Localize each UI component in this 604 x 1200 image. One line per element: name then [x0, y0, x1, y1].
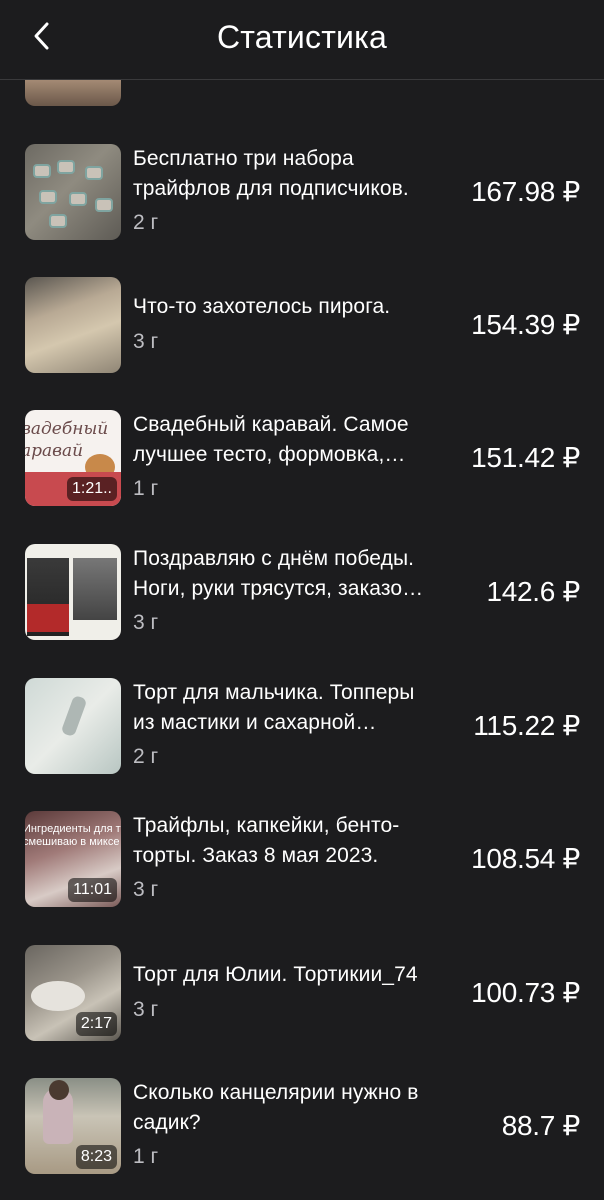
- item-title: Поздравляю с днём победы. Ноги, руки тря…: [133, 547, 424, 600]
- video-thumbnail[interactable]: Ингредиенты для т смешиваю в миксе 11:01: [25, 811, 121, 907]
- list-item[interactable]: Торт для мальчика. Топперы из мастики и …: [0, 666, 604, 786]
- item-title: Трайфлы, капкейки, бенто- торты. Заказ 8…: [133, 814, 400, 867]
- item-title: Торт для мальчика. Топперы из мастики и …: [133, 681, 415, 734]
- list-item[interactable]: Поздравляю с днём победы. Ноги, руки тря…: [0, 532, 604, 652]
- video-thumbnail[interactable]: [25, 144, 121, 240]
- video-duration: 2:17: [75, 1012, 117, 1036]
- list-item[interactable]: вадебный аравай 1:21.. Свадебный каравай…: [0, 398, 604, 518]
- video-thumbnail[interactable]: вадебный аравай 1:21..: [25, 410, 121, 506]
- item-age: 3 г: [133, 878, 159, 901]
- item-amount: 167.98 ₽: [471, 176, 580, 207]
- app-header: Статистика: [0, 0, 604, 80]
- statistics-list: Бесплатно три набора трайфлов для подпис…: [0, 0, 604, 1200]
- item-amount: 88.7 ₽: [501, 1110, 581, 1141]
- video-thumbnail[interactable]: [25, 544, 121, 640]
- item-age: 3 г: [133, 611, 159, 634]
- list-item[interactable]: 8:23 Сколько канцелярии нужно в садик? 1…: [0, 1066, 604, 1186]
- video-duration: 1:21..: [66, 477, 117, 501]
- item-age: 1 г: [133, 477, 159, 500]
- item-amount: 151.42 ₽: [471, 442, 580, 473]
- item-amount: 108.54 ₽: [471, 843, 580, 874]
- item-age: 2 г: [133, 211, 159, 234]
- page-title: Статистика: [216, 19, 388, 55]
- video-thumbnail[interactable]: 2:17: [25, 945, 121, 1041]
- list-item[interactable]: Что-то захотелось пирога. 3 г 154.39 ₽: [0, 265, 604, 385]
- item-title: Что-то захотелось пирога.: [133, 295, 391, 318]
- item-amount: 154.39 ₽: [471, 309, 580, 340]
- list-item[interactable]: Бесплатно три набора трайфлов для подпис…: [0, 132, 604, 252]
- video-duration: 11:01: [68, 878, 117, 902]
- item-amount: 115.22 ₽: [473, 710, 580, 741]
- item-amount: 100.73 ₽: [471, 977, 580, 1008]
- item-title: Сколько канцелярии нужно в садик?: [133, 1081, 419, 1134]
- item-title: Торт для Юлии. Тортикии_74: [133, 963, 418, 986]
- item-age: 1 г: [133, 1145, 159, 1168]
- video-thumbnail[interactable]: [25, 678, 121, 774]
- item-age: 3 г: [133, 998, 159, 1021]
- list-item[interactable]: 2:17 Торт для Юлии. Тортикии_74 3 г 100.…: [0, 933, 604, 1053]
- item-title: Бесплатно три набора трайфлов для подпис…: [133, 147, 409, 200]
- video-thumbnail[interactable]: [25, 277, 121, 373]
- item-age: 2 г: [133, 745, 159, 768]
- item-age: 3 г: [133, 330, 159, 353]
- video-thumbnail[interactable]: 8:23: [25, 1078, 121, 1174]
- item-amount: 142.6 ₽: [486, 576, 580, 607]
- video-duration: 8:23: [75, 1145, 117, 1169]
- list-item[interactable]: Ингредиенты для т смешиваю в миксе 11:01…: [0, 799, 604, 919]
- thumbnail-caption: Ингредиенты для т смешиваю в миксе: [25, 823, 121, 848]
- item-title: Свадебный каравай. Самое лучшее тесто, ф…: [133, 413, 409, 466]
